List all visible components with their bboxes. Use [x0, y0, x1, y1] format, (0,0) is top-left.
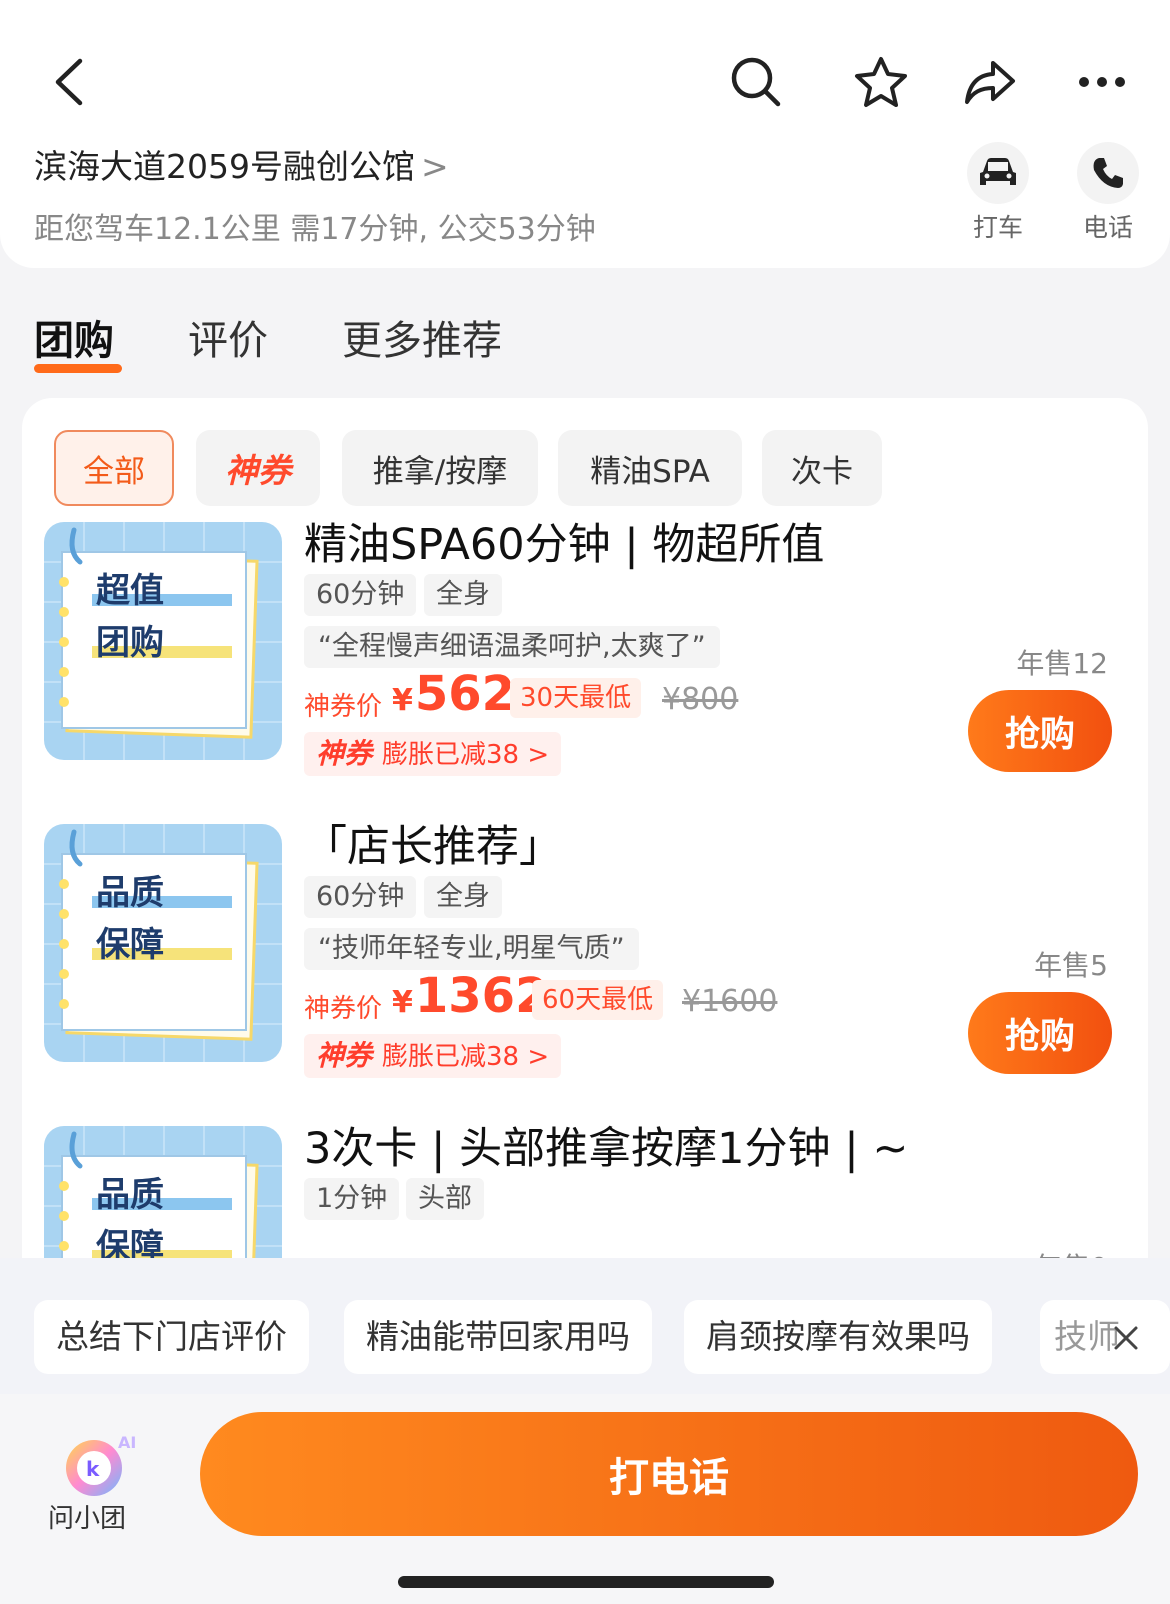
tab-active-indicator	[34, 364, 122, 373]
assistant-button[interactable]: k AI 问小团	[40, 1420, 150, 1534]
home-indicator	[398, 1576, 774, 1588]
lowest-price-badge: 30天最低	[510, 678, 642, 718]
thumb-text-2: 团购	[96, 623, 164, 663]
coupon-info[interactable]: 神券 膨胀已减38 >	[304, 732, 562, 776]
suggestion-chip[interactable]: 精油能带回家用吗	[344, 1300, 652, 1374]
deal-panel: 全部 神券 推拿/按摩 精油SPA 次卡 超值 团购 精油SPA60分钟 | 物…	[22, 398, 1148, 1398]
deal-review-quote: “技师年轻专业,明星气质”	[304, 928, 639, 970]
deal-tag: 全身	[424, 574, 502, 616]
price-label: 神券价	[304, 692, 383, 722]
car-icon	[967, 142, 1029, 204]
deal-title[interactable]: 3次卡 | 头部推拿按摩1分钟 | ~	[304, 1114, 908, 1176]
original-price: ¥800	[662, 682, 739, 717]
deal-thumbnail: 品质 保障	[44, 824, 282, 1062]
close-icon[interactable]	[1104, 1316, 1148, 1360]
deal-tag: 60分钟	[304, 574, 417, 616]
tab-reviews[interactable]: 评价	[188, 308, 268, 366]
deal-tag: 1分钟	[304, 1178, 400, 1220]
phone-icon	[1077, 142, 1139, 204]
store-address[interactable]: 滨海大道2059号融创公馆 >	[34, 140, 449, 188]
distance-info: 距您驾车12.1公里 需17分钟, 公交53分钟	[34, 212, 596, 247]
tab-more-recommend[interactable]: 更多推荐	[342, 308, 502, 366]
phone-button[interactable]: 电话	[1068, 142, 1148, 244]
deal-item[interactable]: 超值 团购 精油SPA60分钟 | 物超所值 60分钟 全身 “全程慢声细语温柔…	[22, 510, 1112, 800]
taxi-button[interactable]: 打车	[958, 142, 1038, 244]
deal-tag: 头部	[406, 1178, 484, 1220]
deal-thumbnail: 超值 团购	[44, 522, 282, 760]
thumb-text-2: 保障	[96, 925, 164, 965]
buy-button[interactable]: 抢购	[968, 992, 1112, 1074]
deal-title[interactable]: 「店长推荐」	[304, 812, 562, 874]
deal-tag: 60分钟	[304, 876, 417, 918]
coupon-info[interactable]: 神券 膨胀已减38 >	[304, 1034, 562, 1078]
filter-oil-spa[interactable]: 精油SPA	[558, 430, 742, 506]
filter-all[interactable]: 全部	[54, 430, 174, 506]
deal-review-quote: “全程慢声细语温柔呵护,太爽了”	[304, 626, 720, 668]
filter-multi-card[interactable]: 次卡	[762, 430, 882, 506]
thumb-text-1: 超值	[96, 571, 164, 611]
deal-price: ¥562	[392, 666, 516, 722]
annual-sales: 年售12	[1016, 647, 1108, 680]
search-icon[interactable]	[726, 52, 786, 112]
suggestion-chip[interactable]: 总结下门店评价	[34, 1300, 309, 1374]
back-icon[interactable]	[44, 52, 94, 112]
deal-title[interactable]: 精油SPA60分钟 | 物超所值	[304, 510, 824, 572]
deal-price: ¥1362	[392, 968, 549, 1024]
store-header: 滨海大道2059号融创公馆 > 距您驾车12.1公里 需17分钟, 公交53分钟 …	[0, 0, 1170, 268]
svg-text:k: k	[86, 1457, 100, 1481]
deal-tag: 全身	[424, 876, 502, 918]
thumb-text-1: 品质	[96, 1175, 164, 1215]
deal-item[interactable]: 品质 保障 「店长推荐」 60分钟 全身 “技师年轻专业,明星气质” 神券价 ¥…	[22, 812, 1112, 1102]
share-icon[interactable]	[960, 52, 1020, 112]
call-button[interactable]: 打电话	[200, 1412, 1138, 1536]
star-icon[interactable]	[850, 52, 912, 112]
price-label: 神券价	[304, 994, 383, 1024]
lowest-price-badge: 60天最低	[532, 980, 664, 1020]
svg-text:AI: AI	[118, 1433, 136, 1452]
more-icon[interactable]	[1072, 52, 1132, 112]
thumb-text-1: 品质	[96, 873, 164, 913]
assistant-logo-icon: k AI	[60, 1430, 150, 1506]
chevron-right-icon: >	[420, 147, 449, 186]
original-price: ¥1600	[682, 984, 778, 1019]
filter-massage[interactable]: 推拿/按摩	[342, 430, 538, 506]
filter-shenquan[interactable]: 神券	[196, 430, 320, 506]
buy-button[interactable]: 抢购	[968, 690, 1112, 772]
tab-groupbuy[interactable]: 团购	[34, 308, 114, 366]
suggestion-chip[interactable]: 肩颈按摩有效果吗	[684, 1300, 992, 1374]
assistant-label: 问小团	[48, 1504, 127, 1534]
annual-sales: 年售5	[1034, 949, 1108, 982]
